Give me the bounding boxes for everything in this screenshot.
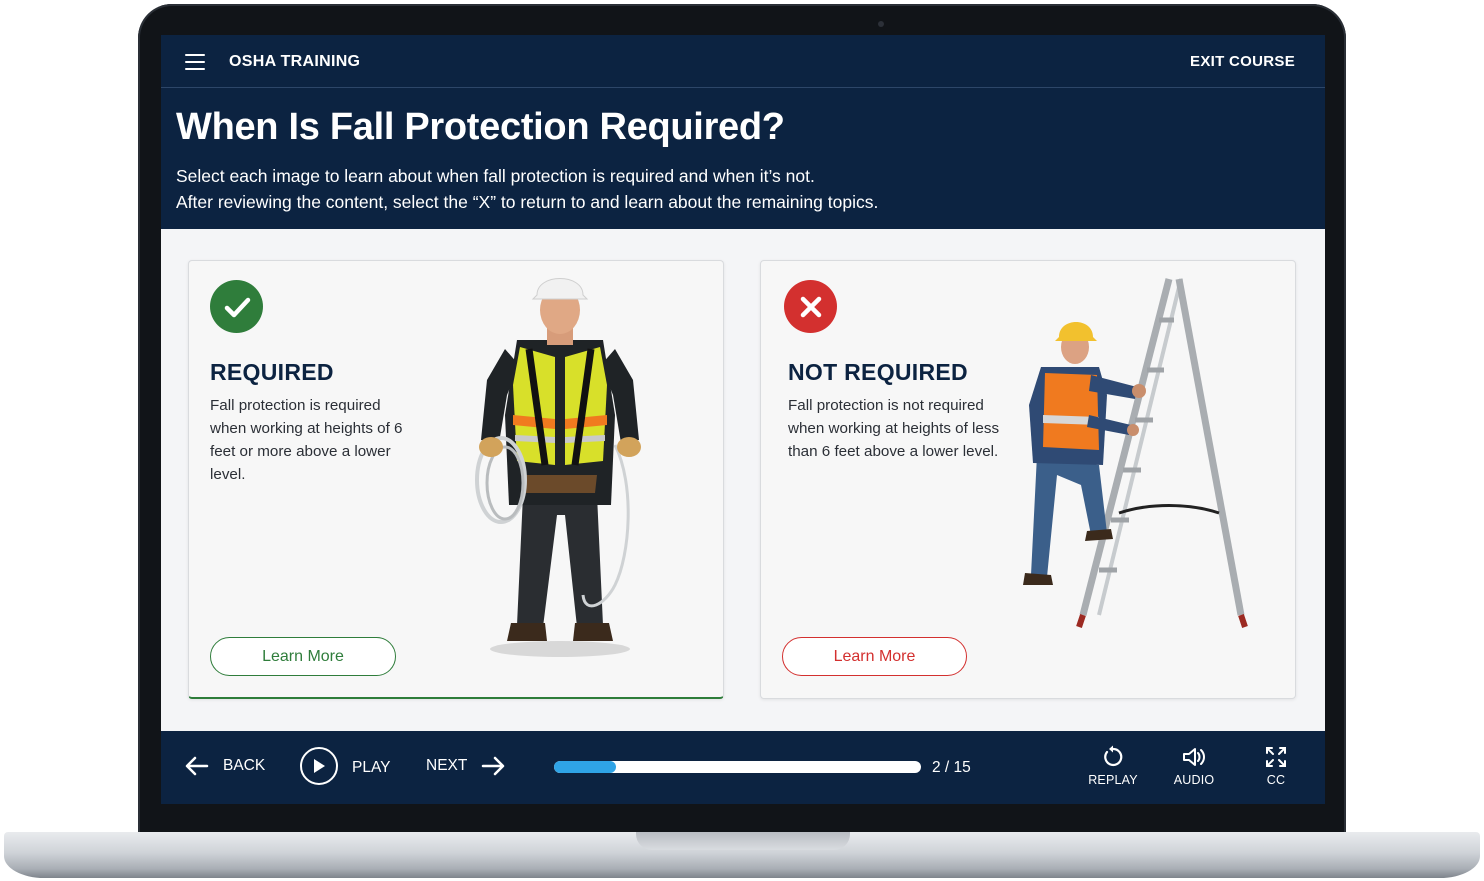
back-label: BACK xyxy=(223,757,266,774)
exit-course-button[interactable]: EXIT COURSE xyxy=(1190,53,1295,70)
progress-fill xyxy=(554,761,617,773)
play-label: PLAY xyxy=(352,759,391,776)
card-heading: NOT REQUIRED xyxy=(788,359,968,385)
worker-on-ladder-image xyxy=(1023,278,1248,628)
not-required-card[interactable]: NOT REQUIRED Fall protection is not requ… xyxy=(760,260,1296,699)
worker-with-harness-image xyxy=(475,278,641,657)
replay-label: REPLAY xyxy=(1088,773,1138,787)
required-card[interactable]: REQUIRED Fall protection is required whe… xyxy=(188,260,724,699)
course-screen: OSHA TRAINING EXIT COURSE When Is Fall P… xyxy=(161,35,1325,804)
card-description: Fall protection is not required when wor… xyxy=(788,397,1000,460)
learn-more-button-not-required[interactable]: Learn More xyxy=(782,637,967,676)
player-controls: BACK PLAY NEXT 2 / 15 REPLAY AUDIO CC xyxy=(161,731,1325,804)
laptop-notch xyxy=(636,832,850,850)
progress-bar[interactable] xyxy=(554,761,921,773)
arrow-right-icon xyxy=(482,756,505,776)
x-icon xyxy=(784,280,837,333)
audio-label: AUDIO xyxy=(1173,773,1215,787)
page-header: When Is Fall Protection Required? Select… xyxy=(161,88,1325,229)
checkmark-icon xyxy=(210,280,263,333)
course-title: OSHA TRAINING xyxy=(229,53,361,70)
cc-label: CC xyxy=(1266,773,1286,787)
card-description: Fall protection is required when working… xyxy=(210,397,403,483)
fullscreen-icon xyxy=(1246,743,1306,771)
next-button[interactable]: NEXT xyxy=(426,756,505,776)
instruction-line-1: Select each image to learn about when fa… xyxy=(176,166,815,186)
speaker-icon xyxy=(1164,743,1224,771)
play-button[interactable]: PLAY xyxy=(300,747,391,785)
cc-button[interactable]: CC xyxy=(1246,743,1306,787)
play-icon xyxy=(300,747,338,785)
page-title: When Is Fall Protection Required? xyxy=(176,106,785,148)
back-button[interactable]: BACK xyxy=(185,756,265,776)
camera-icon xyxy=(878,21,884,27)
learn-more-button-required[interactable]: Learn More xyxy=(210,637,396,676)
page-counter: 2 / 15 xyxy=(932,759,971,776)
arrow-left-icon xyxy=(185,756,209,776)
audio-button[interactable]: AUDIO xyxy=(1164,743,1224,787)
card-heading: REQUIRED xyxy=(210,359,334,385)
replay-icon xyxy=(1083,743,1143,771)
instruction-line-2: After reviewing the content, select the … xyxy=(176,192,879,212)
replay-button[interactable]: REPLAY xyxy=(1083,743,1143,787)
top-bar: OSHA TRAINING EXIT COURSE xyxy=(161,35,1325,88)
content-area: REQUIRED Fall protection is required whe… xyxy=(161,229,1325,731)
next-label: NEXT xyxy=(426,757,468,774)
hamburger-menu-icon[interactable] xyxy=(185,54,205,70)
